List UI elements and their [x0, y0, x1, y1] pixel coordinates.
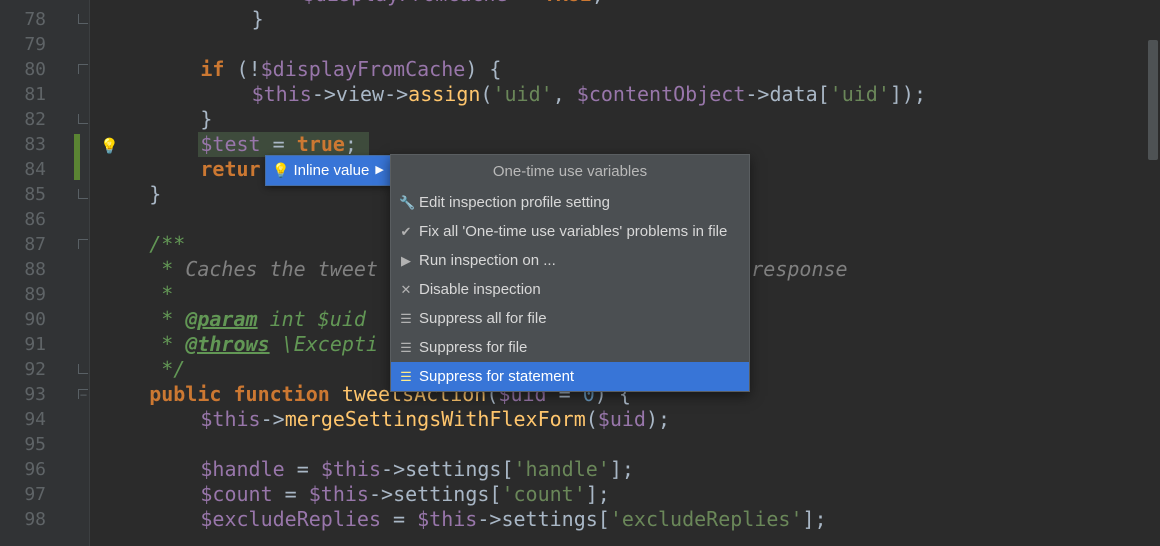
line-number: 77: [0, 0, 46, 7]
code-line[interactable]: }: [149, 182, 161, 207]
line-number: 94: [0, 407, 46, 432]
code-line[interactable]: $this->view->assign('uid', $contentObjec…: [252, 82, 926, 107]
fold-marker[interactable]: [78, 389, 88, 399]
disable-icon: ✕: [399, 277, 413, 302]
wrench-icon: 🔧: [399, 190, 413, 215]
suppress-icon: ☰: [399, 306, 413, 331]
code-line[interactable]: if (!$displayFromCache) {: [200, 57, 501, 82]
line-number: 98: [0, 507, 46, 532]
fold-marker[interactable]: [78, 239, 88, 249]
submenu-item[interactable]: ☰Suppress for statement: [391, 362, 749, 391]
gutter: 7778798081828384858687888990919293949596…: [0, 0, 90, 546]
code-line[interactable]: /**: [149, 232, 185, 257]
code-line[interactable]: $excludeReplies = $this->settings['exclu…: [200, 507, 826, 532]
submenu-item[interactable]: ✔Fix all 'One-time use variables' proble…: [391, 217, 749, 246]
line-number: 84: [0, 157, 46, 182]
code-line[interactable]: *: [149, 282, 173, 307]
line-number: 95: [0, 432, 46, 457]
submenu-item[interactable]: 🔧Edit inspection profile setting: [391, 188, 749, 217]
fold-marker[interactable]: [78, 64, 88, 74]
submenu-item-label: Run inspection on ...: [419, 248, 556, 273]
line-number: 80: [0, 57, 46, 82]
line-number: 89: [0, 282, 46, 307]
line-number: 93: [0, 382, 46, 407]
line-number: 86: [0, 207, 46, 232]
lightbulb-icon: 💡: [272, 158, 289, 183]
line-number: 88: [0, 257, 46, 282]
submenu-item[interactable]: ☰Suppress for file: [391, 333, 749, 362]
code-line[interactable]: $this->mergeSettingsWithFlexForm($uid);: [200, 407, 670, 432]
code-editor[interactable]: 7778798081828384858687888990919293949596…: [0, 0, 1160, 546]
fold-marker[interactable]: [78, 14, 88, 24]
line-number: 92: [0, 357, 46, 382]
line-number: 78: [0, 7, 46, 32]
fold-marker[interactable]: [78, 114, 88, 124]
line-number: 90: [0, 307, 46, 332]
line-number: 85: [0, 182, 46, 207]
scrollbar-thumb[interactable]: [1148, 40, 1158, 160]
submenu-arrow-icon: ▶: [375, 158, 383, 183]
line-number: 87: [0, 232, 46, 257]
suppress-icon: ☰: [399, 335, 413, 360]
code-line[interactable]: }: [252, 7, 264, 32]
submenu-item-label: Disable inspection: [419, 277, 541, 302]
submenu-item-label: Fix all 'One-time use variables' problem…: [419, 219, 727, 244]
fold-marker[interactable]: [78, 364, 88, 374]
intention-submenu[interactable]: One-time use variables 🔧Edit inspection …: [390, 154, 750, 392]
submenu-item[interactable]: ✕Disable inspection: [391, 275, 749, 304]
code-line[interactable]: retur: [200, 157, 260, 182]
submenu-item-label: Suppress for file: [419, 335, 527, 360]
line-number: 91: [0, 332, 46, 357]
suppress-icon: ☰: [399, 364, 413, 389]
fixall-icon: ✔: [399, 219, 413, 244]
submenu-item-label: Suppress for statement: [419, 364, 574, 389]
code-line[interactable]: * @param int $uid: [149, 307, 366, 332]
fold-marker[interactable]: [78, 189, 88, 199]
line-number: 79: [0, 32, 46, 57]
line-number: 96: [0, 457, 46, 482]
code-line[interactable]: */: [149, 357, 185, 382]
run-icon: ▶: [399, 248, 413, 273]
code-line[interactable]: * @throws \Excepti: [149, 332, 378, 357]
submenu-title: One-time use variables: [391, 155, 749, 188]
code-line[interactable]: $handle = $this->settings['handle'];: [200, 457, 634, 482]
line-number: 81: [0, 82, 46, 107]
code-line[interactable]: $displayFromCache = TRUE;: [303, 0, 604, 7]
vcs-change-stripe: [74, 134, 80, 180]
submenu-item[interactable]: ▶Run inspection on ...: [391, 246, 749, 275]
submenu-item-label: Edit inspection profile setting: [419, 190, 610, 215]
line-number: 83: [0, 132, 46, 157]
submenu-item-label: Suppress all for file: [419, 306, 547, 331]
intention-label: Inline value: [293, 158, 369, 183]
code-line[interactable]: }: [200, 107, 212, 132]
line-number: 82: [0, 107, 46, 132]
code-line[interactable]: $test = true;: [200, 132, 357, 157]
line-number: 97: [0, 482, 46, 507]
submenu-item[interactable]: ☰Suppress all for file: [391, 304, 749, 333]
code-line[interactable]: $count = $this->settings['count'];: [200, 482, 609, 507]
intention-popup[interactable]: 💡 Inline value ▶: [265, 155, 391, 186]
